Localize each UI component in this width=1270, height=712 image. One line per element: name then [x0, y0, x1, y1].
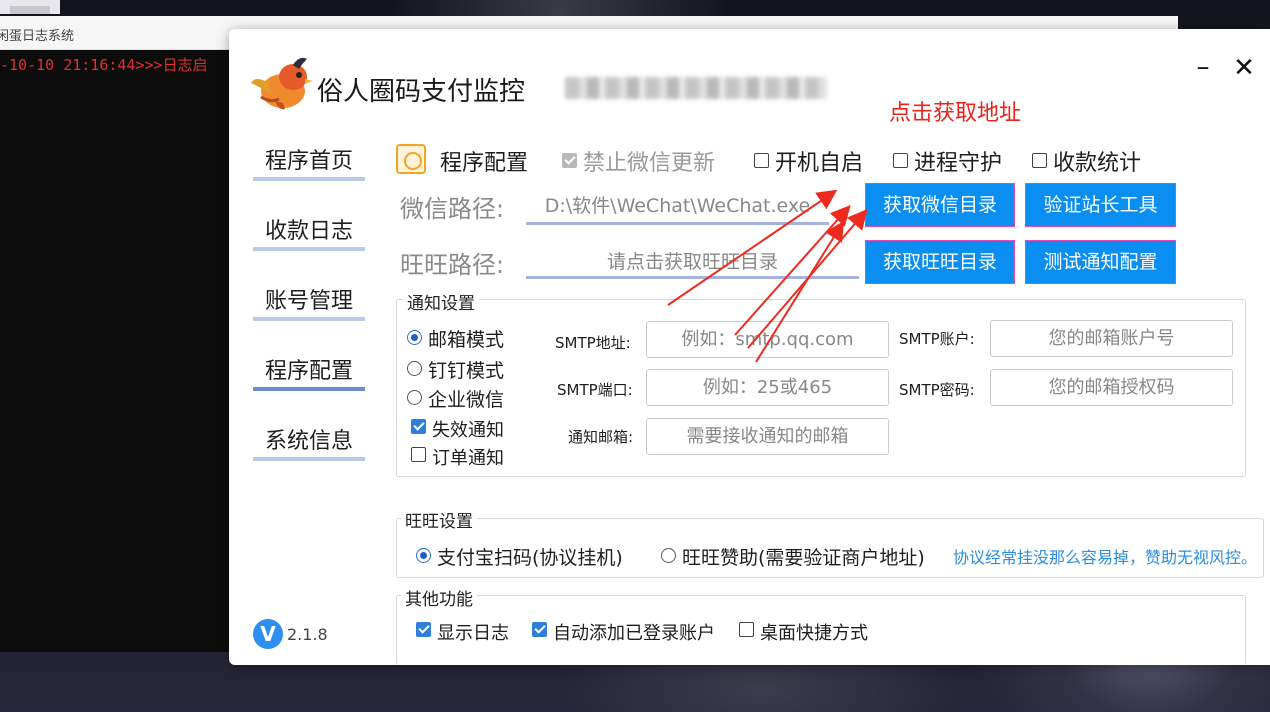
- sidebar-item-accounts[interactable]: 账号管理: [253, 271, 365, 321]
- radio-icon: [407, 390, 422, 405]
- app-title: 俗人圈码支付监控: [317, 77, 526, 107]
- radio-label: 旺旺赞助(需要验证商户地址): [682, 547, 925, 569]
- radio-wangwang-sponsor[interactable]: 旺旺赞助(需要验证商户地址): [661, 543, 925, 570]
- radio-icon: [407, 330, 422, 345]
- radio-icon: [416, 548, 431, 563]
- smtp-address-input[interactable]: 例如：smtp.qq.com: [646, 321, 889, 358]
- app-window: 俗人圈码支付监控 – ✕ 点击获取地址 程序首页 收款日志 账号管理 程序配置 …: [229, 29, 1270, 665]
- disable-wechat-update-checkbox[interactable]: 禁止微信更新: [562, 145, 715, 177]
- console-title: 闲蛋日志系统: [0, 29, 75, 44]
- checkbox-label: 自动添加已登录账户: [553, 623, 715, 644]
- notify-email-input[interactable]: 需要接收通知的邮箱: [646, 418, 889, 455]
- checkbox-label: 失效通知: [432, 420, 504, 441]
- page-title: 程序配置: [440, 151, 529, 176]
- nav-underline: [253, 177, 365, 181]
- sidebar-item-config[interactable]: 程序配置: [253, 341, 365, 391]
- annotation-text: 点击获取地址: [889, 101, 1022, 126]
- wechat-path-field[interactable]: D:\软件\WeChat\WeChat.exe: [526, 187, 829, 225]
- show-log-checkbox[interactable]: 显示日志: [416, 619, 509, 645]
- checkbox-icon: [411, 419, 426, 434]
- nav-underline: [253, 457, 365, 461]
- radio-wecom-mode[interactable]: 企业微信: [407, 385, 504, 412]
- checkbox-icon: [1032, 153, 1047, 168]
- console-log-line: -10-10 21:16:44>>>日志启: [0, 56, 208, 74]
- verify-tool-button[interactable]: 验证站长工具: [1025, 183, 1176, 227]
- checkbox-label: 订单通知: [432, 448, 504, 469]
- checkbox-label: 开机自启: [775, 151, 864, 176]
- sidebar-item-label: 账号管理: [264, 289, 353, 314]
- smtp-account-label: SMTP账户:: [899, 330, 975, 348]
- radio-label: 支付宝扫码(协议挂机): [437, 547, 623, 569]
- close-button[interactable]: ✕: [1229, 53, 1259, 83]
- checkbox-icon: [416, 622, 431, 637]
- checkbox-icon: [739, 622, 754, 637]
- checkbox-icon: [532, 622, 547, 637]
- version-icon: V: [253, 619, 283, 649]
- version-label: 2.1.8: [287, 625, 328, 644]
- sidebar-item-label: 收款日志: [264, 219, 353, 244]
- checkbox-label: 进程守护: [914, 151, 1003, 176]
- radio-label: 邮箱模式: [428, 329, 505, 351]
- sidebar-item-label: 程序配置: [264, 359, 353, 384]
- sidebar-item-home[interactable]: 程序首页: [253, 131, 365, 181]
- process-guard-checkbox[interactable]: 进程守护: [893, 145, 1002, 177]
- minimize-button[interactable]: –: [1189, 53, 1217, 81]
- checkbox-label: 桌面快捷方式: [760, 623, 868, 644]
- auto-add-account-checkbox[interactable]: 自动添加已登录账户: [532, 619, 715, 645]
- minimize-icon: –: [1196, 52, 1210, 82]
- get-wangwang-dir-button[interactable]: 获取旺旺目录: [865, 240, 1015, 284]
- taskbar-thumbnail: [0, 0, 60, 14]
- nav-underline: [253, 317, 365, 321]
- autostart-checkbox[interactable]: 开机自启: [754, 145, 863, 177]
- sidebar-item-system-info[interactable]: 系统信息: [253, 411, 365, 461]
- payment-stats-checkbox[interactable]: 收款统计: [1032, 145, 1141, 177]
- test-notify-button[interactable]: 测试通知配置: [1025, 240, 1176, 284]
- bird-logo-icon: [251, 57, 313, 110]
- config-puzzle-icon: [396, 144, 426, 174]
- sidebar-item-label: 系统信息: [264, 429, 353, 454]
- radio-label: 企业微信: [428, 389, 505, 411]
- wechat-path-label: 微信路径:: [400, 195, 505, 223]
- checkbox-icon: [893, 153, 908, 168]
- smtp-password-label: SMTP密码:: [899, 381, 975, 399]
- radio-alipay-scan[interactable]: 支付宝扫码(协议挂机): [416, 543, 623, 570]
- smtp-account-input[interactable]: 您的邮箱账户号: [990, 320, 1233, 357]
- checkbox-label: 收款统计: [1053, 151, 1142, 176]
- checkbox-icon: [562, 153, 577, 168]
- checkbox-label: 显示日志: [437, 623, 509, 644]
- nav-underline: [253, 247, 365, 251]
- radio-label: 钉钉模式: [428, 360, 505, 382]
- smtp-port-label: SMTP端口:: [557, 381, 633, 399]
- get-wechat-dir-button[interactable]: 获取微信目录: [865, 183, 1015, 227]
- sidebar-item-payment-log[interactable]: 收款日志: [253, 201, 365, 251]
- radio-icon: [407, 361, 422, 376]
- smtp-address-label: SMTP地址:: [555, 334, 631, 352]
- checkbox-icon: [754, 153, 769, 168]
- smtp-port-input[interactable]: 例如：25或465: [646, 369, 889, 406]
- radio-dingtalk-mode[interactable]: 钉钉模式: [407, 356, 504, 383]
- fail-notify-checkbox[interactable]: 失效通知: [411, 416, 504, 442]
- checkbox-label: 禁止微信更新: [583, 151, 716, 176]
- radio-email-mode[interactable]: 邮箱模式: [407, 325, 504, 352]
- wangwang-path-field[interactable]: 请点击获取旺旺目录: [526, 243, 859, 279]
- sidebar-item-label: 程序首页: [264, 149, 353, 174]
- other-features-title: 其他功能: [401, 585, 477, 610]
- desktop-shortcut-checkbox[interactable]: 桌面快捷方式: [739, 619, 868, 645]
- close-icon: ✕: [1233, 53, 1255, 83]
- wangwang-hint: 协议经常挂没那么容易掉，赞助无视风控。: [953, 548, 1258, 567]
- wangwang-path-label: 旺旺路径:: [400, 251, 505, 279]
- blurred-redaction: [565, 77, 827, 99]
- smtp-password-input[interactable]: 您的邮箱授权码: [990, 369, 1233, 406]
- checkbox-icon: [411, 447, 426, 462]
- notify-settings-title: 通知设置: [403, 289, 479, 314]
- wangwang-settings-title: 旺旺设置: [401, 507, 477, 532]
- order-notify-checkbox[interactable]: 订单通知: [411, 444, 504, 470]
- radio-icon: [661, 548, 676, 563]
- nav-underline-active: [253, 387, 365, 391]
- notify-email-label: 通知邮箱:: [568, 428, 634, 446]
